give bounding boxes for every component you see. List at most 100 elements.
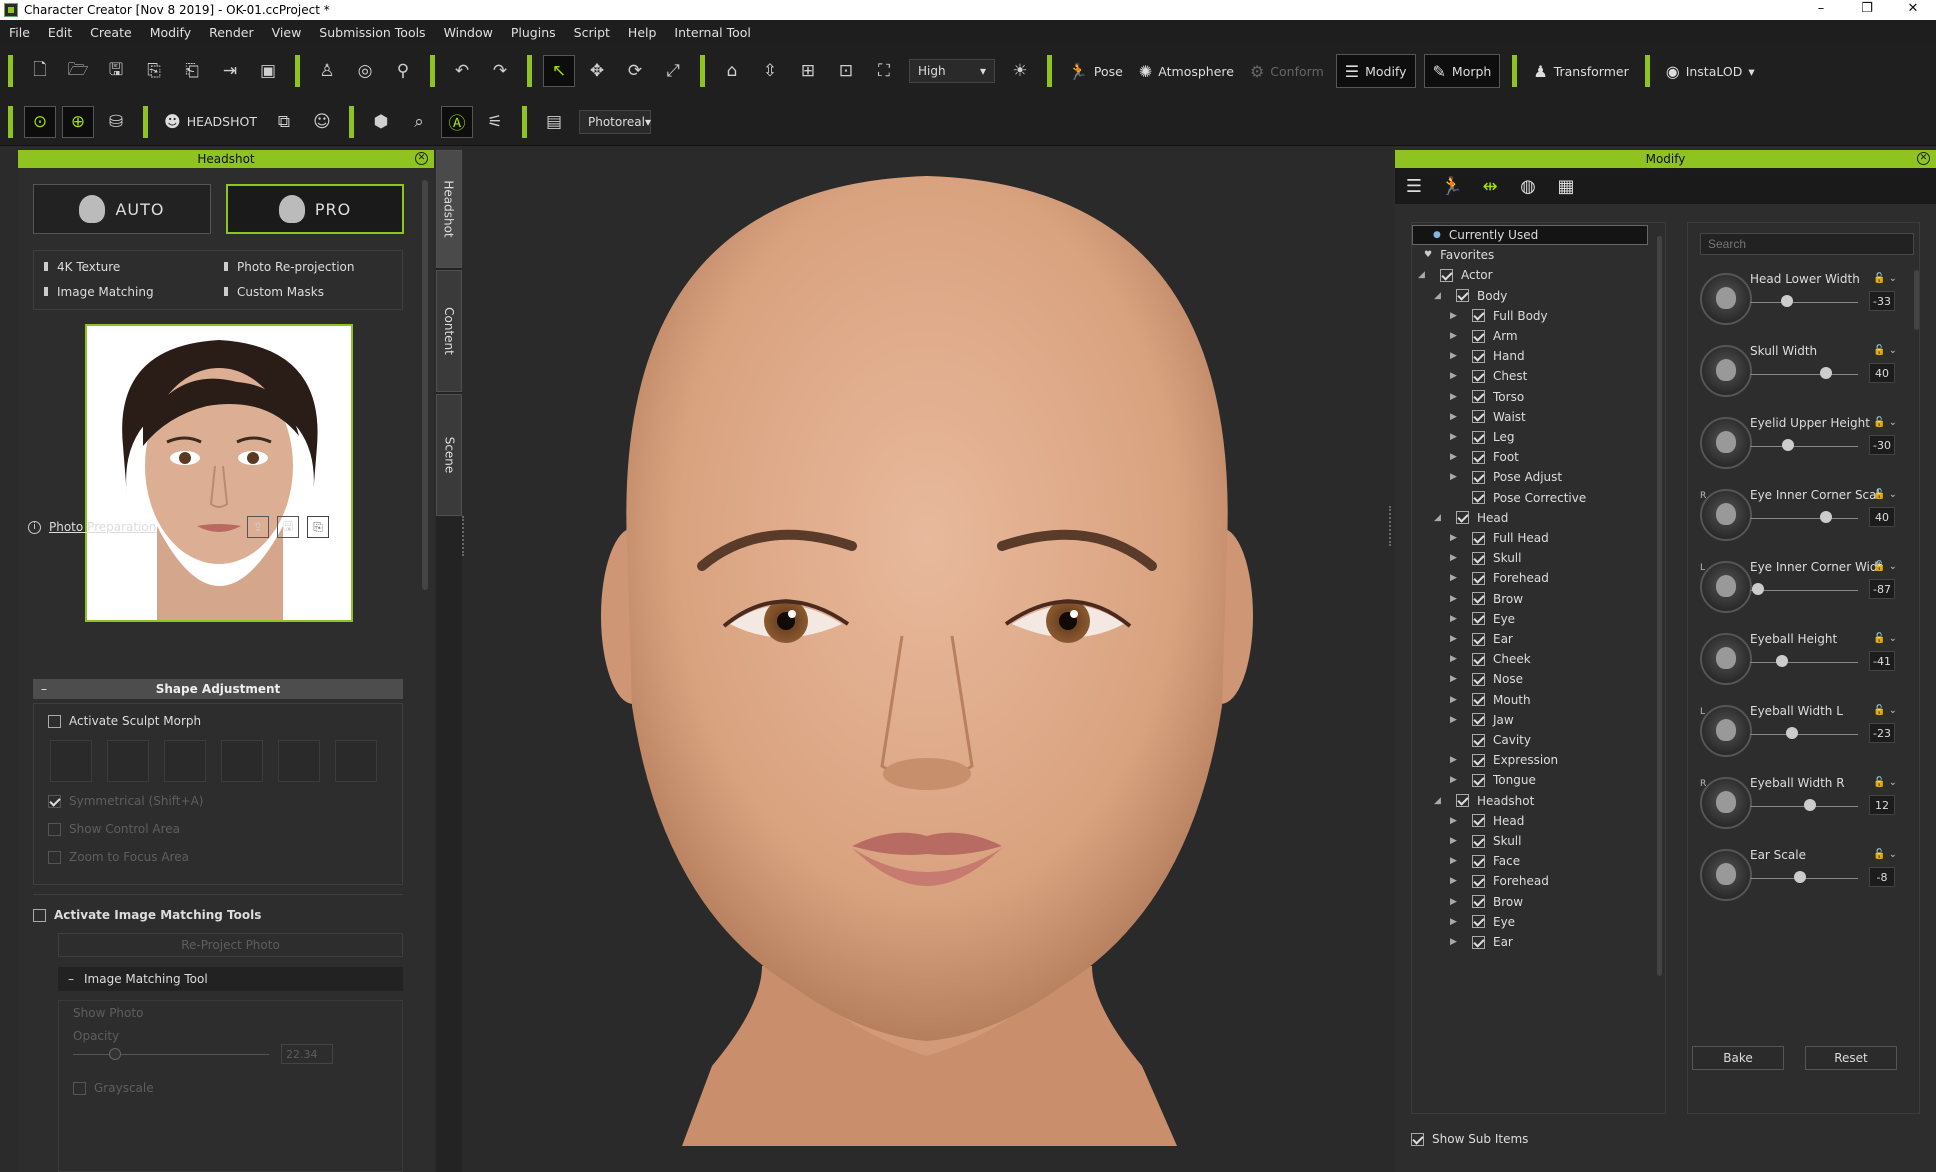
menu-modify[interactable]: Modify [141, 25, 200, 40]
bake-button[interactable]: Bake [1692, 1046, 1784, 1070]
expand-down-icon[interactable]: ◢ [1434, 513, 1446, 523]
activate-sculpt-row[interactable]: Activate Sculpt Morph [48, 714, 201, 728]
morph-slider-knob[interactable] [1751, 583, 1764, 595]
tree-item[interactable]: ▶ Chest [1450, 366, 1527, 386]
instalod-button[interactable]: ◉ InstaLOD ▾ [1658, 54, 1763, 88]
expand-right-icon[interactable]: ▶ [1450, 775, 1462, 785]
expand-down-icon[interactable]: ◢ [1418, 270, 1430, 280]
grayscale-row[interactable]: Grayscale [73, 1081, 154, 1095]
tree-item[interactable]: ▶ Waist [1450, 407, 1526, 427]
tree-item-checkbox[interactable] [1456, 794, 1469, 808]
export-photo-icon[interactable]: ⎘ [307, 516, 329, 538]
tree-item[interactable]: ▶ Ear [1450, 629, 1513, 649]
expand-right-icon[interactable]: ▶ [1450, 836, 1462, 846]
menu-file[interactable]: File [0, 25, 39, 40]
expand-right-icon[interactable]: ▶ [1450, 715, 1462, 725]
close-icon[interactable]: ✕ [415, 152, 428, 165]
tree-item[interactable]: ▶ Brow [1450, 589, 1523, 609]
tree-item[interactable]: ▶ Eye [1450, 609, 1515, 629]
tree-item[interactable]: Pose Corrective [1450, 488, 1586, 508]
expand-right-icon[interactable]: ▶ [1450, 594, 1462, 604]
close-button[interactable]: ✕ [1890, 0, 1936, 20]
shape-adjustment-header[interactable]: – Shape Adjustment [33, 679, 403, 699]
morph-slider-track[interactable] [1750, 590, 1858, 591]
minimize-button[interactable]: – [1798, 0, 1844, 20]
conform-button[interactable]: ⚙ Conform [1242, 54, 1332, 88]
mask-icon[interactable]: ⧉ [268, 106, 300, 138]
tree-item[interactable]: ▶ Face [1450, 851, 1520, 871]
modify-button[interactable]: ☰ Modify [1335, 54, 1416, 88]
tree-item-checkbox[interactable] [1472, 390, 1485, 404]
lock-icon[interactable]: 🔓 ⌄ [1873, 633, 1897, 644]
lock-icon[interactable]: 🔓 ⌄ [1873, 345, 1897, 356]
redo-icon[interactable]: ↷ [484, 55, 516, 87]
tree-item[interactable]: ▶ Brow [1450, 892, 1523, 912]
morph-slider-knob[interactable] [1781, 439, 1794, 451]
photo-preparation-link[interactable]: Photo Preparation [49, 520, 156, 534]
menu-help[interactable]: Help [619, 25, 666, 40]
morph-slider-value[interactable]: 12 [1869, 795, 1895, 815]
tree-item[interactable]: ▶ Full Head [1450, 528, 1549, 548]
tree-item[interactable]: ▶ Full Body [1450, 306, 1548, 326]
tree-item-checkbox[interactable] [1472, 834, 1485, 848]
headshot-generate-icon[interactable]: ⊕ [62, 105, 94, 138]
tree-item-checkbox[interactable] [1472, 470, 1485, 484]
expand-right-icon[interactable]: ▶ [1450, 856, 1462, 866]
tree-item-checkbox[interactable] [1472, 854, 1485, 868]
auto-button[interactable]: AUTO [33, 184, 211, 234]
new-file-icon[interactable]: 🗋 [24, 55, 56, 87]
expand-right-icon[interactable]: ▶ [1450, 937, 1462, 947]
send-icon[interactable]: ⇥ [214, 55, 246, 87]
menu-window[interactable]: Window [435, 25, 502, 40]
tree-item[interactable]: ▶ Leg [1450, 427, 1514, 447]
menu-plugins[interactable]: Plugins [502, 25, 565, 40]
show-control-area-row[interactable]: Show Control Area [48, 822, 180, 836]
expand-right-icon[interactable]: ▶ [1450, 674, 1462, 684]
tree-item[interactable]: ◢ Body [1434, 286, 1507, 306]
texture-tab-icon[interactable]: ▦ [1547, 169, 1585, 203]
symmetrical-checkbox[interactable] [48, 794, 61, 808]
expand-right-icon[interactable]: ▶ [1450, 654, 1462, 664]
tree-item[interactable]: ▶ Cheek [1450, 649, 1531, 669]
motion-tab-icon[interactable]: 🏃 [1433, 169, 1471, 203]
scale-icon[interactable]: ⤢ [657, 55, 689, 87]
symmetrical-row[interactable]: Symmetrical (Shift+A) [48, 794, 203, 808]
left-panel-scrollbar[interactable] [422, 180, 428, 590]
tree-item[interactable]: ◢ Head [1434, 508, 1508, 528]
lock-icon[interactable]: 🔓 ⌄ [1873, 705, 1897, 716]
morph-slider-value[interactable]: -30 [1869, 435, 1895, 455]
tree-item-checkbox[interactable] [1472, 895, 1485, 909]
reset-button[interactable]: Reset [1805, 1046, 1897, 1070]
tree-item[interactable]: ▶ Foot [1450, 447, 1519, 467]
morph-slider-knob[interactable] [1780, 295, 1793, 307]
morph-slider-value[interactable]: 40 [1869, 363, 1895, 383]
frame-icon[interactable]: ⊞ [792, 55, 824, 87]
move-icon[interactable]: ✥ [581, 55, 613, 87]
lock-icon[interactable]: 🔓 ⌄ [1873, 489, 1897, 500]
light-icon[interactable]: ☀ [1004, 55, 1036, 87]
expand-right-icon[interactable]: ▶ [1450, 472, 1462, 482]
tab-content[interactable]: Content [436, 270, 462, 392]
morph-slider-value[interactable]: -33 [1869, 291, 1895, 311]
sculpt-face-icon[interactable] [107, 740, 149, 782]
activate-image-matching-checkbox[interactable] [33, 908, 46, 922]
expand-right-icon[interactable]: ▶ [1450, 371, 1462, 381]
menu-create[interactable]: Create [81, 25, 141, 40]
tree-item-checkbox[interactable] [1472, 491, 1485, 505]
expand-right-icon[interactable]: ▶ [1450, 351, 1462, 361]
tree-item-checkbox[interactable] [1472, 612, 1485, 626]
tree-item[interactable]: ◢ Headshot [1434, 791, 1534, 811]
expand-right-icon[interactable]: ▶ [1450, 392, 1462, 402]
tree-item[interactable]: ▶ Expression [1450, 750, 1558, 770]
morph-slider-value[interactable]: -41 [1869, 651, 1895, 671]
morph-slider-track[interactable] [1750, 374, 1858, 375]
morph-slider-track[interactable] [1750, 302, 1858, 303]
sculpt-nose-icon[interactable] [221, 740, 263, 782]
opacity-slider-knob[interactable] [109, 1048, 121, 1060]
viewport-left-splitter[interactable] [462, 516, 465, 556]
morph-slider-track[interactable] [1750, 446, 1858, 447]
expand-down-icon[interactable]: ◢ [1434, 291, 1446, 301]
tree-item[interactable]: ● Currently Used [1412, 225, 1648, 245]
morph-slider-knob[interactable] [1819, 367, 1832, 379]
tree-item-checkbox[interactable] [1472, 814, 1485, 828]
